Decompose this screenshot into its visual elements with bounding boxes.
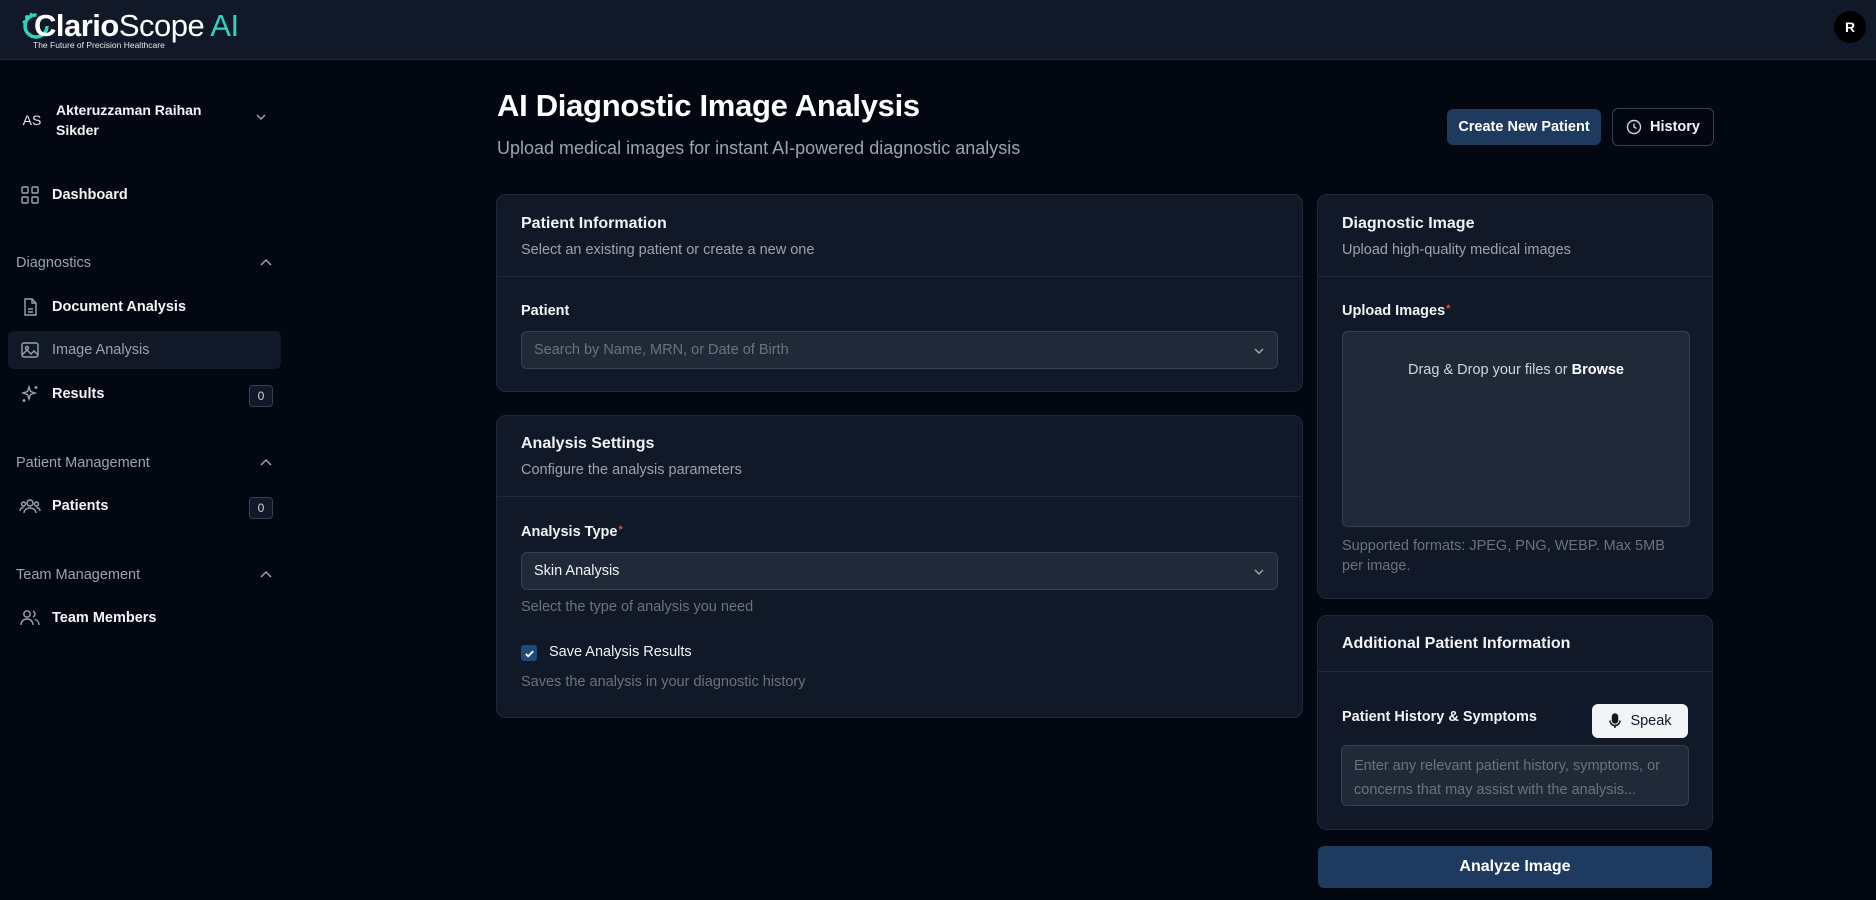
patient-search-placeholder: Search by Name, MRN, or Date of Birth xyxy=(534,342,789,358)
save-results-checkbox[interactable] xyxy=(521,645,537,661)
history-button-label: History xyxy=(1650,119,1700,135)
sidebar-item-label: Patients xyxy=(52,498,109,514)
sidebar-item-patients[interactable]: Patients 0 xyxy=(8,487,281,525)
chevron-up-icon xyxy=(260,570,272,578)
sidebar-item-label: Team Members xyxy=(52,610,157,626)
supported-formats-line: Supported formats: JPEG, PNG, WEBP. Max … xyxy=(1342,538,1665,554)
card-title: Patient Information xyxy=(521,215,667,232)
brand-tagline: The Future of Precision Healthcare xyxy=(33,40,165,50)
brand-name-part2: Scope xyxy=(118,8,205,43)
sidebar-item-image-analysis[interactable]: Image Analysis xyxy=(8,331,281,369)
image-dropzone[interactable]: Drag & Drop your files or Browse xyxy=(1342,331,1690,527)
upload-images-label-text: Upload Images xyxy=(1342,303,1446,319)
upload-images-label: Upload Images* xyxy=(1342,303,1450,319)
patient-search-select[interactable]: Search by Name, MRN, or Date of Birth xyxy=(521,331,1278,369)
user-avatar[interactable]: R xyxy=(1834,11,1866,43)
speak-button-label: Speak xyxy=(1630,713,1672,729)
analysis-type-label-text: Analysis Type xyxy=(521,524,618,540)
check-icon xyxy=(524,650,534,658)
required-marker: * xyxy=(618,524,623,536)
sidebar-item-label: Dashboard xyxy=(52,187,128,203)
profile-initials: AS xyxy=(22,112,42,128)
team-icon xyxy=(20,610,40,626)
patient-field-label: Patient xyxy=(521,303,570,319)
analysis-type-select[interactable]: Skin Analysis xyxy=(521,552,1278,590)
card-description: Select an existing patient or create a n… xyxy=(521,242,815,258)
sidebar-item-label: Results xyxy=(52,386,105,402)
brand-logo[interactable]: ClarioScope AI The Future of Precision He… xyxy=(20,6,250,50)
analysis-type-helper: Select the type of analysis you need xyxy=(521,599,754,615)
save-results-helper: Saves the analysis in your diagnostic hi… xyxy=(521,674,806,690)
speak-button[interactable]: Speak xyxy=(1592,704,1688,738)
chevron-down-icon xyxy=(256,114,266,121)
group-patient-management[interactable]: Patient Management xyxy=(16,451,274,475)
card-header: Diagnostic Image Upload high-quality med… xyxy=(1318,195,1712,277)
profile-switcher[interactable]: AS Akteruzzaman Raihan Sikder xyxy=(8,90,280,150)
card-title: Analysis Settings xyxy=(521,435,655,452)
card-title: Additional Patient Information xyxy=(1342,635,1571,652)
patient-history-placeholder: Enter any relevant patient history, symp… xyxy=(1354,758,1660,798)
sidebar-item-dashboard[interactable]: Dashboard xyxy=(8,176,281,214)
sparkles-icon xyxy=(20,384,38,402)
grid-icon xyxy=(21,186,39,204)
sidebar-item-label: Document Analysis xyxy=(52,299,187,315)
browse-link[interactable]: Browse xyxy=(1572,362,1624,378)
dropzone-instruction: Drag & Drop your files or xyxy=(1408,362,1568,378)
card-header: Additional Patient Information xyxy=(1318,616,1712,672)
group-label: Team Management xyxy=(16,567,141,583)
group-diagnostics[interactable]: Diagnostics xyxy=(16,251,274,275)
profile-name: Akteruzzaman Raihan Sikder xyxy=(56,102,202,138)
sidebar-item-label: Image Analysis xyxy=(52,342,150,358)
diagnostic-image-card: Diagnostic Image Upload high-quality med… xyxy=(1317,194,1713,599)
dropzone-text: Drag & Drop your files or Browse xyxy=(1343,362,1689,378)
card-header: Analysis Settings Configure the analysis… xyxy=(497,416,1302,497)
analysis-type-value: Skin Analysis xyxy=(534,563,620,579)
results-count-badge: 0 xyxy=(249,385,273,407)
patient-information-card: Patient Information Select an existing p… xyxy=(496,194,1303,392)
supported-formats-helper: Supported formats: JPEG, PNG, WEBP. Max … xyxy=(1342,536,1665,576)
brand-name-part1: Clario xyxy=(34,8,119,43)
chevron-up-icon xyxy=(260,258,272,266)
chevron-down-icon xyxy=(1254,348,1264,355)
sidebar: AS Akteruzzaman Raihan Sikder Dashboard … xyxy=(0,60,288,900)
card-header: Patient Information Select an existing p… xyxy=(497,195,1302,277)
group-label: Diagnostics xyxy=(16,255,91,271)
analysis-type-label: Analysis Type* xyxy=(521,524,623,540)
brand-name-part3: AI xyxy=(210,8,239,43)
sidebar-item-document-analysis[interactable]: Document Analysis xyxy=(8,288,281,326)
patient-history-label: Patient History & Symptoms xyxy=(1342,709,1537,725)
sidebar-item-results[interactable]: Results 0 xyxy=(8,375,281,413)
page-title: AI Diagnostic Image Analysis xyxy=(497,88,920,123)
supported-formats-line: per image. xyxy=(1342,558,1411,574)
chevron-up-icon xyxy=(260,458,272,466)
patient-history-textarea[interactable]: Enter any relevant patient history, symp… xyxy=(1341,745,1689,806)
group-team-management[interactable]: Team Management xyxy=(16,563,274,587)
analyze-image-button[interactable]: Analyze Image xyxy=(1318,846,1712,888)
page-subtitle: Upload medical images for instant AI-pow… xyxy=(497,138,1021,158)
users-icon xyxy=(19,499,41,514)
image-icon xyxy=(21,342,39,358)
chevron-down-icon xyxy=(1254,569,1264,576)
card-title: Diagnostic Image xyxy=(1342,215,1475,232)
save-results-label[interactable]: Save Analysis Results xyxy=(549,644,692,660)
brand-wordmark: ClarioScope AI xyxy=(34,8,239,44)
file-icon xyxy=(24,298,37,316)
group-label: Patient Management xyxy=(16,455,150,471)
create-new-patient-button[interactable]: Create New Patient xyxy=(1447,109,1601,145)
clock-icon xyxy=(1626,119,1642,135)
analysis-settings-card: Analysis Settings Configure the analysis… xyxy=(496,415,1303,718)
microphone-icon xyxy=(1609,713,1622,728)
required-marker: * xyxy=(1446,303,1451,315)
card-description: Configure the analysis parameters xyxy=(521,462,742,478)
top-bar: ClarioScope AI The Future of Precision He… xyxy=(0,0,1876,60)
history-button[interactable]: History xyxy=(1612,108,1714,146)
sidebar-item-team-members[interactable]: Team Members xyxy=(8,599,281,637)
patients-count-badge: 0 xyxy=(249,497,273,519)
card-description: Upload high-quality medical images xyxy=(1342,242,1571,258)
